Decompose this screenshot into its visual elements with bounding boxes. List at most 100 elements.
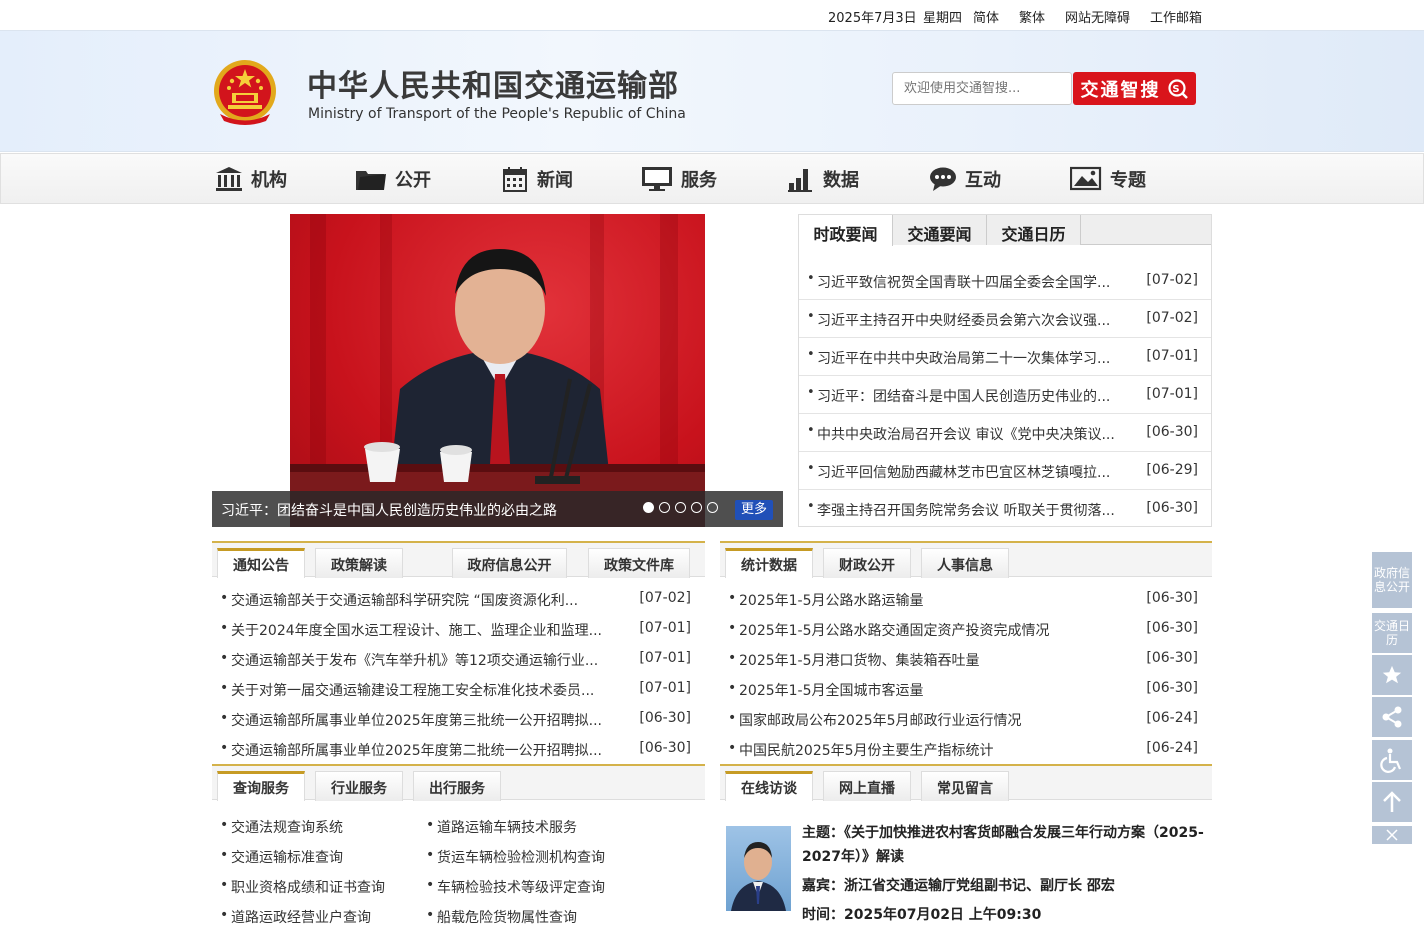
list-item[interactable]: • 中共中央政治局召开会议 审议《党中央决策议... [06-30] xyxy=(799,414,1211,452)
national-emblem-logo[interactable] xyxy=(212,59,278,127)
side-gov-info-button[interactable]: 政府信息公开 xyxy=(1372,552,1412,608)
site-subtitle-english: Ministry of Transport of the People's Re… xyxy=(308,106,686,122)
service-link[interactable]: • 道路运政经营业户查询 xyxy=(212,901,412,931)
list-item[interactable]: • 2025年1-5月公路水路交通固定资产投资完成情况 [06-30] xyxy=(720,614,1212,644)
nav-item-public[interactable]: 公开 xyxy=(355,166,431,192)
tab-travel-services[interactable]: 出行服务 xyxy=(413,771,501,801)
nav-item-data[interactable]: 数据 xyxy=(787,166,859,192)
carousel-dot[interactable] xyxy=(691,502,702,513)
tab-online-interview[interactable]: 在线访谈 xyxy=(725,771,813,801)
list-item[interactable]: • 习近平回信勉励西藏林芝市巴宜区林芝镇嘎拉... [06-29] xyxy=(799,452,1211,490)
news-box: 时政要闻 交通要闻 交通日历 • 习近平致信祝贺全国青联十四届全委会全国学...[… xyxy=(798,214,1212,527)
main-nav: 机构 公开 新闻 服务 数据 互动 专题 xyxy=(0,153,1424,204)
tab-political-news[interactable]: 时政要闻 xyxy=(799,215,893,246)
close-icon xyxy=(1386,829,1398,841)
list-item[interactable]: • 2025年1-5月港口货物、集装箱吞吐量 [06-30] xyxy=(720,644,1212,674)
nav-item-interaction[interactable]: 互动 xyxy=(929,166,1001,192)
services-panel: 查询服务 行业服务 出行服务 • 交通法规查询系统 • 交通运输标准查询 • 职业资格… xyxy=(212,764,705,933)
list-item[interactable]: • 习近平：团结奋斗是中国人民创造历史伟业的... [07-01] xyxy=(799,376,1211,414)
service-link[interactable]: • 车辆检验技术等级评定查询 xyxy=(418,871,668,901)
current-date: 2025年7月3日 xyxy=(828,11,917,26)
list-item[interactable]: • 交通运输部关于交通运输部科学研究院 “国废资源化利... [07-02] xyxy=(212,584,705,614)
tab-policy-interpretation[interactable]: 政策解读 xyxy=(315,548,403,578)
list-item[interactable]: • 习近平主持召开中央财经委员会第六次会议强... [07-02] xyxy=(799,300,1211,338)
list-item[interactable]: • 交通运输部所属事业单位2025年度第三批统一公开招聘拟... [06-30] xyxy=(212,704,705,734)
nav-label: 服务 xyxy=(681,170,717,191)
headline-carousel[interactable]: 习近平：团结奋斗是中国人民创造历史伟业的必由之路 更多 xyxy=(212,214,783,527)
carousel-caption[interactable]: 习近平：团结奋斗是中国人民创造历史伟业的必由之路 xyxy=(221,500,557,520)
site-header: 中华人民共和国交通运输部 Ministry of Transport of th… xyxy=(0,30,1424,152)
work-mail-link[interactable]: 工作邮箱 xyxy=(1150,7,1202,26)
tab-transport-calendar[interactable]: 交通日历 xyxy=(987,215,1081,245)
arrow-up-icon xyxy=(1383,791,1401,812)
side-calendar-button[interactable]: 交通日历 xyxy=(1372,613,1412,653)
traditional-chinese-link[interactable]: 繁体 xyxy=(1019,7,1045,26)
chat-icon xyxy=(930,167,956,191)
interview-topic-line2[interactable]: 2027年）》解读 xyxy=(802,845,904,869)
carousel-dot[interactable] xyxy=(675,502,686,513)
tab-statistics[interactable]: 统计数据 xyxy=(725,548,813,578)
simplified-chinese-link[interactable]: 简体 xyxy=(973,7,999,26)
news-list: • 习近平致信祝贺全国青联十四届全委会全国学... [07-02] • 习近平主持召开… xyxy=(799,262,1211,528)
current-weekday: 星期四 xyxy=(923,11,963,26)
service-link[interactable]: • 交通运输标准查询 xyxy=(212,841,412,871)
carousel-image xyxy=(290,214,705,527)
service-link[interactable]: • 货运车辆检验检测机构查询 xyxy=(418,841,668,871)
search-icon: S xyxy=(1167,78,1188,99)
carousel-dot[interactable] xyxy=(659,502,670,513)
guest-photo xyxy=(731,842,786,911)
list-item[interactable]: • 交通运输部所属事业单位2025年度第二批统一公开招聘拟... [06-30] xyxy=(212,734,705,764)
carousel-caption-bar: 习近平：团结奋斗是中国人民创造历史伟业的必由之路 更多 xyxy=(212,491,783,527)
nav-item-news[interactable]: 新闻 xyxy=(501,166,573,192)
tab-industry-services[interactable]: 行业服务 xyxy=(315,771,403,801)
tab-transport-news[interactable]: 交通要闻 xyxy=(893,215,987,245)
list-item[interactable]: • 2025年1-5月全国城市客运量 [06-30] xyxy=(720,674,1212,704)
nav-item-services[interactable]: 服务 xyxy=(641,166,717,192)
carousel-more-button[interactable]: 更多 xyxy=(735,500,773,520)
tab-query-services[interactable]: 查询服务 xyxy=(217,771,305,801)
interview-time: 时间：2025年07月02日 上午09:30 xyxy=(802,907,1042,923)
nav-label: 数据 xyxy=(823,170,859,191)
accessibility-link[interactable]: 网站无障碍 xyxy=(1065,7,1130,26)
news-tabs: 时政要闻 交通要闻 交通日历 xyxy=(799,215,1211,246)
back-to-top-button[interactable] xyxy=(1372,782,1412,822)
share-button[interactable] xyxy=(1372,697,1412,737)
search-input[interactable] xyxy=(892,72,1072,105)
nav-item-topics[interactable]: 专题 xyxy=(1070,166,1146,192)
wheelchair-icon xyxy=(1380,748,1402,773)
site-title: 中华人民共和国交通运输部 xyxy=(307,69,679,104)
list-item[interactable]: • 交通运输部关于发布《汽车举升机》等12项交通运输行业... [07-01] xyxy=(212,644,705,674)
tab-live-broadcast[interactable]: 网上直播 xyxy=(823,771,911,801)
interview-topic-line1[interactable]: 主题：《关于加快推进农村客货邮融合发展三年行动方案（2025- xyxy=(802,821,1204,845)
service-link[interactable]: • 职业资格成绩和证书查询 xyxy=(212,871,412,901)
tab-policy-library[interactable]: 政策文件库 xyxy=(588,548,690,578)
tab-personnel-info[interactable]: 人事信息 xyxy=(921,548,1009,578)
list-item[interactable]: • 中国民航2025年5月份主要生产指标统计 [06-24] xyxy=(720,734,1212,764)
list-item[interactable]: • 2025年1-5月公路水路运输量 [06-30] xyxy=(720,584,1212,614)
list-item[interactable]: • 习近平致信祝贺全国青联十四届全委会全国学... [07-02] xyxy=(799,262,1211,300)
tab-notices[interactable]: 通知公告 xyxy=(217,548,305,578)
guest-portrait[interactable] xyxy=(726,826,791,911)
list-item[interactable]: • 关于2024年度全国水运工程设计、施工、监理企业和监理... [07-01] xyxy=(212,614,705,644)
service-link[interactable]: • 船载危险货物属性查询 xyxy=(418,901,668,931)
service-link[interactable]: • 交通法规查询系统 xyxy=(212,811,412,841)
nav-item-organization[interactable]: 机构 xyxy=(215,166,287,192)
carousel-photo[interactable] xyxy=(290,214,705,527)
tab-finance-public[interactable]: 财政公开 xyxy=(823,548,911,578)
services-tabs: 查询服务 行业服务 出行服务 xyxy=(212,764,705,801)
list-item[interactable]: • 国家邮政局公布2025年5月邮政行业运行情况 [06-24] xyxy=(720,704,1212,734)
close-side-tools-button[interactable] xyxy=(1372,826,1412,844)
tab-gov-info-public[interactable]: 政府信息公开 xyxy=(452,548,567,578)
list-item[interactable]: • 关于对第一届交通运输建设工程施工安全标准化技术委员... [07-01] xyxy=(212,674,705,704)
service-link[interactable]: • 道路运输车辆技术服务 xyxy=(418,811,668,841)
carousel-dot[interactable] xyxy=(643,502,654,513)
tab-faq-messages[interactable]: 常见留言 xyxy=(921,771,1009,801)
notices-panel: 通知公告 政策解读 政府信息公开 政策文件库 • 交通运输部关于交通运输部科学研究… xyxy=(212,541,705,763)
bar-chart-icon xyxy=(788,169,812,192)
list-item[interactable]: • 李强主持召开国务院常务会议 听取关于贯彻落... [06-30] xyxy=(799,490,1211,528)
accessibility-button[interactable] xyxy=(1372,740,1412,780)
favorite-button[interactable] xyxy=(1372,655,1412,695)
carousel-dot[interactable] xyxy=(707,502,718,513)
list-item[interactable]: • 习近平在中共中央政治局第二十一次集体学习... [07-01] xyxy=(799,338,1211,376)
search-button[interactable]: 交通智搜 S xyxy=(1073,72,1196,105)
